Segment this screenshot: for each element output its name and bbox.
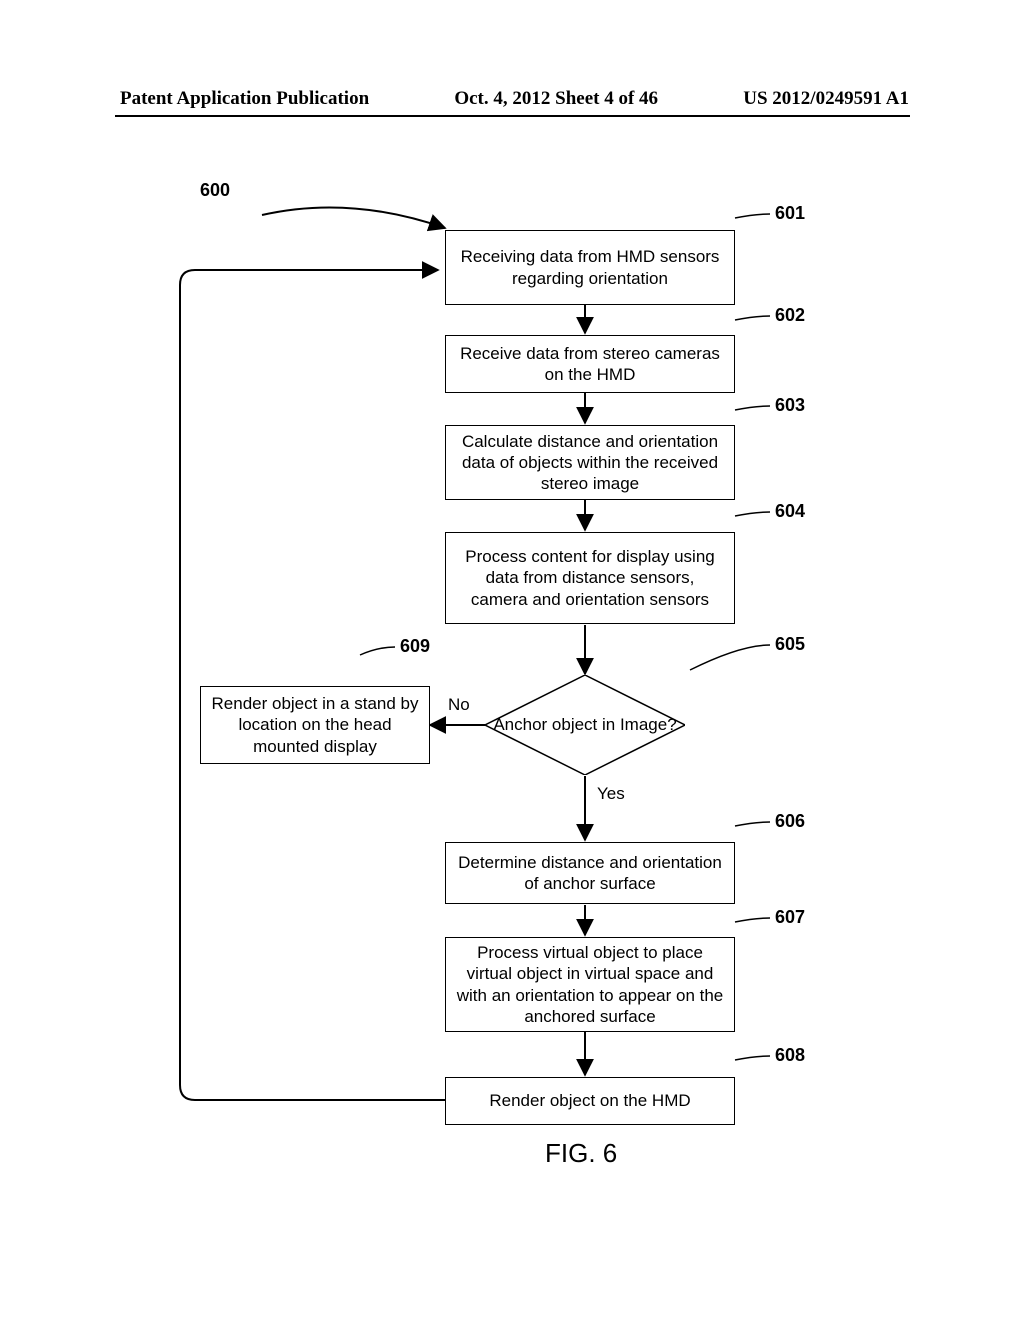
step-604-process-content: Process content for display using data f…	[445, 532, 735, 624]
ref-602: 602	[775, 305, 805, 326]
step-601-receive-hmd-sensor-data: Receiving data from HMD sensors regardin…	[445, 230, 735, 305]
step-609-text: Render object in a stand by location on …	[211, 693, 419, 757]
step-608-text: Render object on the HMD	[489, 1090, 690, 1111]
step-601-text: Receiving data from HMD sensors regardin…	[456, 246, 724, 289]
step-606-text: Determine distance and orientation of an…	[456, 852, 724, 895]
ref-603: 603	[775, 395, 805, 416]
step-604-text: Process content for display using data f…	[456, 546, 724, 610]
header-right: US 2012/0249591 A1	[743, 88, 909, 110]
ref-607: 607	[775, 907, 805, 928]
step-602-text: Receive data from stereo cameras on the …	[456, 343, 724, 386]
ref-606: 606	[775, 811, 805, 832]
header-center: Oct. 4, 2012 Sheet 4 of 46	[454, 88, 658, 110]
header-left: Patent Application Publication	[120, 88, 369, 110]
page-header: Patent Application Publication Oct. 4, 2…	[0, 88, 1024, 110]
ref-605: 605	[775, 634, 805, 655]
step-607-text: Process virtual object to place virtual …	[456, 942, 724, 1027]
ref-600: 600	[200, 180, 230, 201]
ref-604: 604	[775, 501, 805, 522]
label-yes: Yes	[597, 784, 625, 804]
flowchart: 600 601 602 603 604 605 609 606 607 608 …	[0, 170, 1024, 1270]
step-608-render-on-hmd: Render object on the HMD	[445, 1077, 735, 1125]
step-606-determine-anchor: Determine distance and orientation of an…	[445, 842, 735, 904]
step-603-calculate-distance: Calculate distance and orientation data …	[445, 425, 735, 500]
step-602-receive-stereo-data: Receive data from stereo cameras on the …	[445, 335, 735, 393]
ref-608: 608	[775, 1045, 805, 1066]
header-divider	[115, 115, 910, 117]
ref-609: 609	[400, 636, 430, 657]
step-603-text: Calculate distance and orientation data …	[456, 431, 724, 495]
decision-605-text: Anchor object in Image?	[493, 715, 676, 735]
step-607-process-virtual-object: Process virtual object to place virtual …	[445, 937, 735, 1032]
label-no: No	[448, 695, 470, 715]
step-609-render-standby: Render object in a stand by location on …	[200, 686, 430, 764]
figure-caption: FIG. 6	[545, 1138, 617, 1169]
decision-605-anchor-object: Anchor object in Image?	[485, 675, 685, 775]
ref-601: 601	[775, 203, 805, 224]
